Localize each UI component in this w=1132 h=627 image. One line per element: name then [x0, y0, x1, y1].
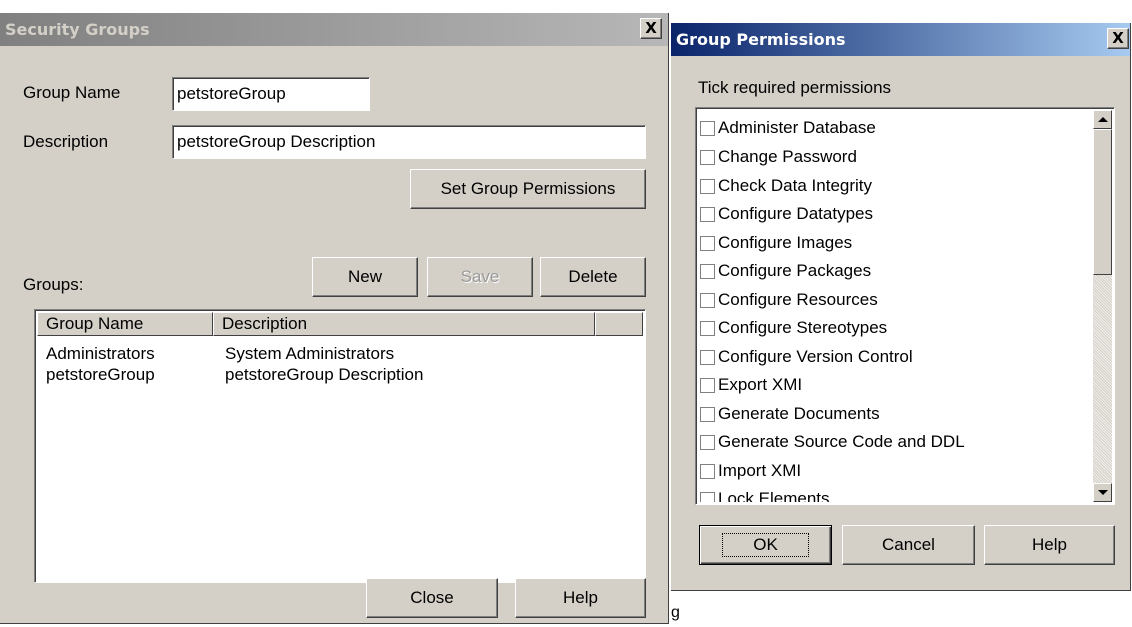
permission-label: Lock Elements: [718, 489, 830, 502]
column-header-description[interactable]: Description: [213, 312, 595, 336]
scroll-up-arrow-icon: [1097, 117, 1108, 122]
column-header-label: Group Name: [46, 314, 144, 333]
checkbox[interactable]: [700, 463, 715, 479]
cancel-button[interactable]: Cancel: [842, 525, 975, 565]
table-row[interactable]: Administrators System Administrators: [37, 344, 637, 366]
permission-label: Administer Database: [718, 118, 876, 137]
permission-item[interactable]: Configure Images: [700, 229, 852, 257]
checkbox[interactable]: [700, 434, 715, 450]
permission-label: Export XMI: [718, 375, 803, 394]
help-label: Help: [563, 588, 598, 607]
permissions-list[interactable]: Administer Database Change Password Chec…: [695, 107, 1115, 505]
permission-item[interactable]: Configure Stereotypes: [700, 314, 887, 342]
permission-item[interactable]: Export XMI: [700, 371, 802, 399]
group-permissions-title: Group Permissions: [676, 30, 846, 49]
checkbox[interactable]: [700, 377, 715, 393]
checkbox[interactable]: [700, 349, 715, 365]
checkbox[interactable]: [700, 120, 715, 136]
permission-item[interactable]: Import XMI: [700, 457, 801, 485]
close-icon: X: [1112, 29, 1124, 47]
permission-item[interactable]: Configure Datatypes: [700, 200, 873, 228]
column-header-filler: [595, 312, 643, 336]
permission-label: Configure Resources: [718, 290, 878, 309]
checkbox[interactable]: [700, 320, 715, 336]
checkbox[interactable]: [700, 491, 715, 502]
ok-button[interactable]: OK: [699, 525, 832, 565]
ok-label: OK: [722, 533, 809, 557]
permission-label: Configure Stereotypes: [718, 318, 888, 337]
row-description: petstoreGroup Description: [225, 365, 424, 384]
permission-label: Generate Documents: [718, 404, 880, 423]
permission-item[interactable]: Configure Packages: [700, 257, 871, 285]
description-label: Description: [23, 132, 109, 151]
permission-label: Configure Version Control: [718, 347, 913, 366]
checkbox[interactable]: [700, 235, 715, 251]
save-label: Save: [460, 267, 500, 286]
permission-item[interactable]: Change Password: [700, 143, 857, 171]
permission-item[interactable]: Lock Elements: [700, 485, 830, 502]
security-groups-title: Security Groups: [5, 20, 150, 39]
groups-label: Groups:: [23, 275, 84, 294]
permission-item[interactable]: Administer Database: [700, 114, 876, 142]
group-permissions-dialog: Group Permissions X Tick required permis…: [671, 23, 1131, 591]
checkbox[interactable]: [700, 292, 715, 308]
set-group-permissions-label: Set Group Permissions: [440, 179, 616, 198]
delete-button[interactable]: Delete: [540, 257, 646, 297]
new-button[interactable]: New: [312, 257, 418, 297]
checkbox[interactable]: [700, 206, 715, 222]
new-label: New: [347, 267, 382, 286]
permission-label: Configure Images: [718, 233, 853, 252]
permission-label: Change Password: [718, 147, 857, 166]
column-header-group-name[interactable]: Group Name: [37, 312, 213, 336]
group-permissions-titlebar[interactable]: Group Permissions: [671, 23, 1130, 56]
column-header-label: Description: [222, 314, 308, 333]
security-groups-dialog: Security Groups X Group Name Description…: [0, 13, 669, 624]
permission-label: Import XMI: [718, 461, 802, 480]
close-label: Close: [410, 588, 454, 607]
group-name-label: Group Name: [23, 83, 121, 102]
permissions-instruction: Tick required permissions: [698, 78, 892, 97]
security-groups-close-button[interactable]: X: [640, 18, 662, 39]
checkbox[interactable]: [700, 263, 715, 279]
help-button[interactable]: Help: [515, 578, 646, 618]
groups-list[interactable]: Group Name Description Administrators Sy…: [34, 309, 646, 583]
permission-label: Generate Source Code and DDL: [718, 432, 965, 451]
description-input[interactable]: [172, 125, 646, 159]
group-permissions-close-button[interactable]: X: [1107, 28, 1129, 49]
permission-item[interactable]: Configure Resources: [700, 286, 878, 314]
help-label: Help: [1032, 535, 1067, 554]
permission-label: Configure Datatypes: [718, 204, 873, 223]
delete-label: Delete: [568, 267, 618, 286]
permission-item[interactable]: Generate Documents: [700, 400, 880, 428]
close-button[interactable]: Close: [366, 578, 498, 618]
group-name-input[interactable]: [172, 77, 370, 111]
checkbox[interactable]: [700, 149, 715, 165]
checkbox[interactable]: [700, 178, 715, 194]
save-button[interactable]: Save: [427, 257, 533, 297]
row-group-name: petstoreGroup: [46, 365, 155, 384]
stray-text: g: [671, 604, 680, 621]
permission-item[interactable]: Configure Version Control: [700, 343, 913, 371]
permissions-items: Administer Database Change Password Chec…: [696, 110, 1091, 502]
security-groups-titlebar[interactable]: Security Groups: [0, 13, 668, 46]
close-icon: X: [645, 19, 657, 37]
scroll-down-arrow-icon: [1097, 490, 1108, 495]
scroll-thumb[interactable]: [1093, 129, 1112, 275]
checkbox[interactable]: [700, 406, 715, 422]
permissions-scrollbar[interactable]: [1093, 110, 1112, 502]
scroll-down-button[interactable]: [1093, 483, 1112, 502]
permission-item[interactable]: Check Data Integrity: [700, 172, 872, 200]
set-group-permissions-button[interactable]: Set Group Permissions: [410, 169, 646, 209]
cancel-label: Cancel: [882, 535, 935, 554]
scroll-up-button[interactable]: [1093, 110, 1112, 129]
permission-label: Configure Packages: [718, 261, 872, 280]
permission-item[interactable]: Generate Source Code and DDL: [700, 428, 965, 456]
help-button[interactable]: Help: [984, 525, 1115, 565]
permission-label: Check Data Integrity: [718, 176, 873, 195]
row-description: System Administrators: [225, 344, 395, 363]
row-group-name: Administrators: [46, 344, 155, 363]
table-row[interactable]: petstoreGroup petstoreGroup Description: [37, 365, 637, 387]
